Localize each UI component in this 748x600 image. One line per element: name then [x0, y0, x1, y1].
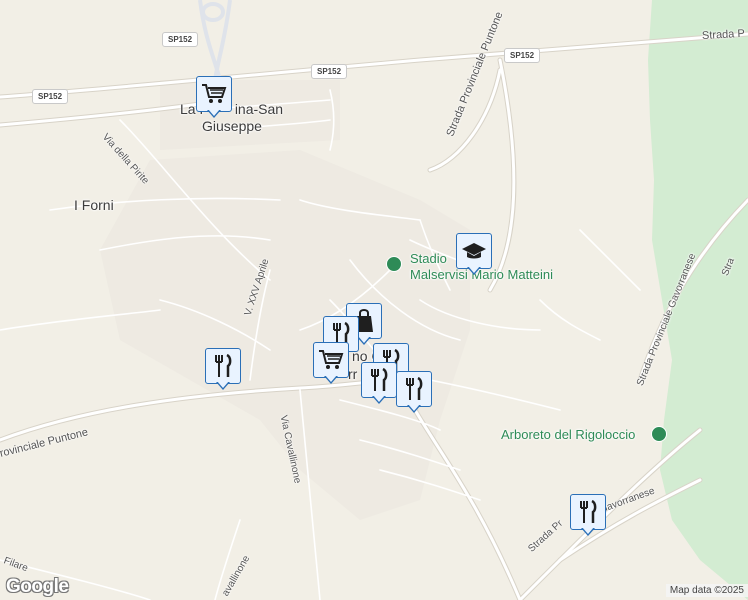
map-canvas[interactable]: SP152 SP152 SP152 SP152 Strada P Strada …	[0, 0, 748, 600]
school-marker[interactable]	[456, 233, 492, 277]
road-shield-sp152: SP152	[162, 32, 199, 47]
restaurant-marker[interactable]	[361, 362, 397, 406]
restaurant-marker[interactable]	[570, 494, 606, 538]
map-base	[0, 0, 748, 600]
place-label-san-giuseppe: Giuseppe	[202, 118, 262, 134]
place-label-town: rr	[348, 366, 358, 382]
park-icon[interactable]	[651, 426, 667, 442]
shopping-cart-marker[interactable]	[196, 76, 232, 120]
shopping-cart-icon	[319, 350, 344, 369]
fork-knife-icon	[215, 354, 232, 377]
road-shield-sp152: SP152	[32, 89, 69, 104]
shopping-cart-icon	[202, 84, 227, 103]
restaurant-marker[interactable]	[205, 348, 241, 392]
shopping-cart-marker[interactable]	[313, 342, 349, 386]
google-logo[interactable]: Google	[6, 576, 69, 598]
poi-label-arboreto[interactable]: Arboreto del Rigoloccio	[501, 427, 635, 442]
map-attribution[interactable]: Map data ©2025	[665, 584, 748, 597]
stadium-icon[interactable]	[386, 256, 402, 272]
road-shield-sp152: SP152	[311, 64, 348, 79]
road-shield-sp152: SP152	[504, 48, 541, 63]
road-label: Strada P	[701, 27, 746, 42]
graduation-cap-icon	[462, 243, 486, 259]
fork-knife-icon	[580, 500, 597, 523]
fork-knife-icon	[371, 368, 388, 391]
fork-knife-icon	[406, 377, 423, 400]
poi-label-stadio[interactable]: Stadio	[410, 251, 447, 266]
restaurant-marker[interactable]	[396, 371, 432, 415]
place-label-i-forni: I Forni	[74, 197, 114, 213]
